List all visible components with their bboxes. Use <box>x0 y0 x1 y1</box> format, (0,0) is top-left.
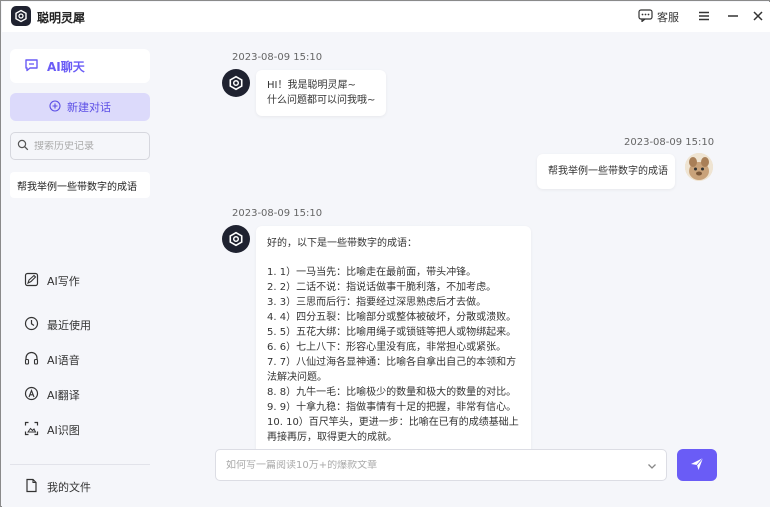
sidebar-item-recent[interactable]: 最近使用 <box>24 315 91 335</box>
answer-item: 8. 8）九牛一毛：比喻极少的数量和极大的数量的对比。 <box>267 387 517 398</box>
answer-item: 3. 3）三思而后行：指要经过深思熟虑后才去做。 <box>267 297 487 308</box>
sidebar-item-label: 最近使用 <box>47 319 91 332</box>
chat-bubble-icon <box>638 9 653 25</box>
file-icon <box>24 478 39 496</box>
history-search <box>10 132 150 160</box>
send-button[interactable] <box>677 449 717 481</box>
clock-icon <box>24 316 39 334</box>
hamburger-icon[interactable] <box>697 9 711 23</box>
message-line: HI！我是聪明灵犀~ <box>267 80 356 91</box>
search-icon <box>17 139 29 154</box>
message-timestamp: 2023-08-09 15:10 <box>232 52 323 63</box>
user-message-bubble: 帮我举例一些带数字的成语 <box>537 154 675 189</box>
sidebar-item-label: 我的文件 <box>47 481 91 494</box>
plus-circle-icon <box>49 99 61 115</box>
lingxi-logo-icon <box>11 6 31 26</box>
minus-icon[interactable] <box>726 9 740 23</box>
title-bar: 聪明灵犀 客服 <box>2 2 770 32</box>
message-timestamp: 2023-08-09 15:10 <box>232 208 323 219</box>
new-chat-label: 新建对话 <box>67 101 111 114</box>
search-input[interactable] <box>34 140 144 152</box>
customer-service-label: 客服 <box>657 11 679 24</box>
message-timestamp: 2023-08-09 15:10 <box>624 137 715 148</box>
message-line: 帮我举例一些带数字的成语 <box>548 166 668 177</box>
chat-area: 2023-08-09 15:10 HI！我是聪明灵犀~ 什么问题都可以问我哦~ … <box>158 32 770 507</box>
sidebar-item-label: AI聊天 <box>47 59 85 74</box>
answer-item: 10. 10）百尺竿头，更进一步：比喻在已有的成绩基础上再接再厉，取得更大的成就… <box>267 417 519 443</box>
sidebar-item-label: AI识图 <box>47 424 80 437</box>
voice-icon <box>24 351 39 369</box>
translate-icon <box>24 386 39 404</box>
answer-item: 2. 2）二话不说：指说话做事干脆利落，不加考虑。 <box>267 282 497 293</box>
bot-message-bubble: 好的，以下是一些带数字的成语： 1. 1）一马当先：比喻走在最前面，带头冲锋。 … <box>256 226 531 455</box>
image-recognize-icon <box>24 421 39 439</box>
answer-item: 5. 5）五花大绑：比喻用绳子或锁链等把人或物绑起来。 <box>267 327 517 338</box>
chevron-down-icon[interactable] <box>646 460 658 472</box>
new-chat-button[interactable]: 新建对话 <box>10 93 150 121</box>
sidebar-item-ai-writing[interactable]: AI写作 <box>24 271 80 291</box>
close-icon[interactable] <box>751 9 765 23</box>
answer-item: 1. 1）一马当先：比喻走在最前面，带头冲锋。 <box>267 267 477 278</box>
sidebar: AI聊天 新建对话 帮我举例一些带数字的成语 AI写作 最近使用 <box>2 32 158 507</box>
customer-service-button[interactable]: 客服 <box>638 8 679 26</box>
app-window: 聪明灵犀 客服 AI聊天 新建对话 搜索历史记录 帮我举例一些带数字的成语 AI… <box>0 0 770 507</box>
answer-item: 9. 9）十拿九稳：指做事情有十足的把握，非常有信心。 <box>267 402 517 413</box>
avatar <box>685 153 713 181</box>
sidebar-divider <box>10 464 150 465</box>
send-icon <box>689 456 705 475</box>
sidebar-item-label: AI写作 <box>47 275 80 288</box>
write-icon <box>24 272 39 290</box>
message-composer <box>215 449 667 481</box>
app-title: 聪明灵犀 <box>37 11 86 25</box>
message-intro: 好的，以下是一些带数字的成语： <box>267 238 417 249</box>
bot-avatar <box>222 69 250 97</box>
bot-message-bubble: HI！我是聪明灵犀~ 什么问题都可以问我哦~ <box>256 70 386 116</box>
answer-item: 4. 4）四分五裂：比喻部分或整体被破坏，分散或溃败。 <box>267 312 517 323</box>
answer-item: 6. 6）七上八下：形容心里没有底，非常担心或紧张。 <box>267 342 507 353</box>
sidebar-item-my-files[interactable]: 我的文件 <box>24 477 91 497</box>
sidebar-item-ai-translate[interactable]: AI翻译 <box>24 385 80 405</box>
message-line: 什么问题都可以问我哦~ <box>267 95 376 106</box>
sidebar-item-ai-chat[interactable]: AI聊天 <box>10 49 150 83</box>
message-input[interactable] <box>226 459 636 471</box>
bot-avatar <box>222 225 250 253</box>
sidebar-item-ai-voice[interactable]: AI语音 <box>24 350 80 370</box>
sidebar-item-ai-image[interactable]: AI识图 <box>24 420 80 440</box>
chat-icon <box>24 58 39 75</box>
answer-item: 7. 7）八仙过海各显神通：比喻各自拿出自己的本领和方法解决问题。 <box>267 357 517 383</box>
sidebar-item-label: AI翻译 <box>47 389 80 402</box>
sidebar-item-label: AI语音 <box>47 354 80 367</box>
message-spacer <box>267 251 520 265</box>
history-item[interactable]: 帮我举例一些带数字的成语 <box>10 172 150 198</box>
